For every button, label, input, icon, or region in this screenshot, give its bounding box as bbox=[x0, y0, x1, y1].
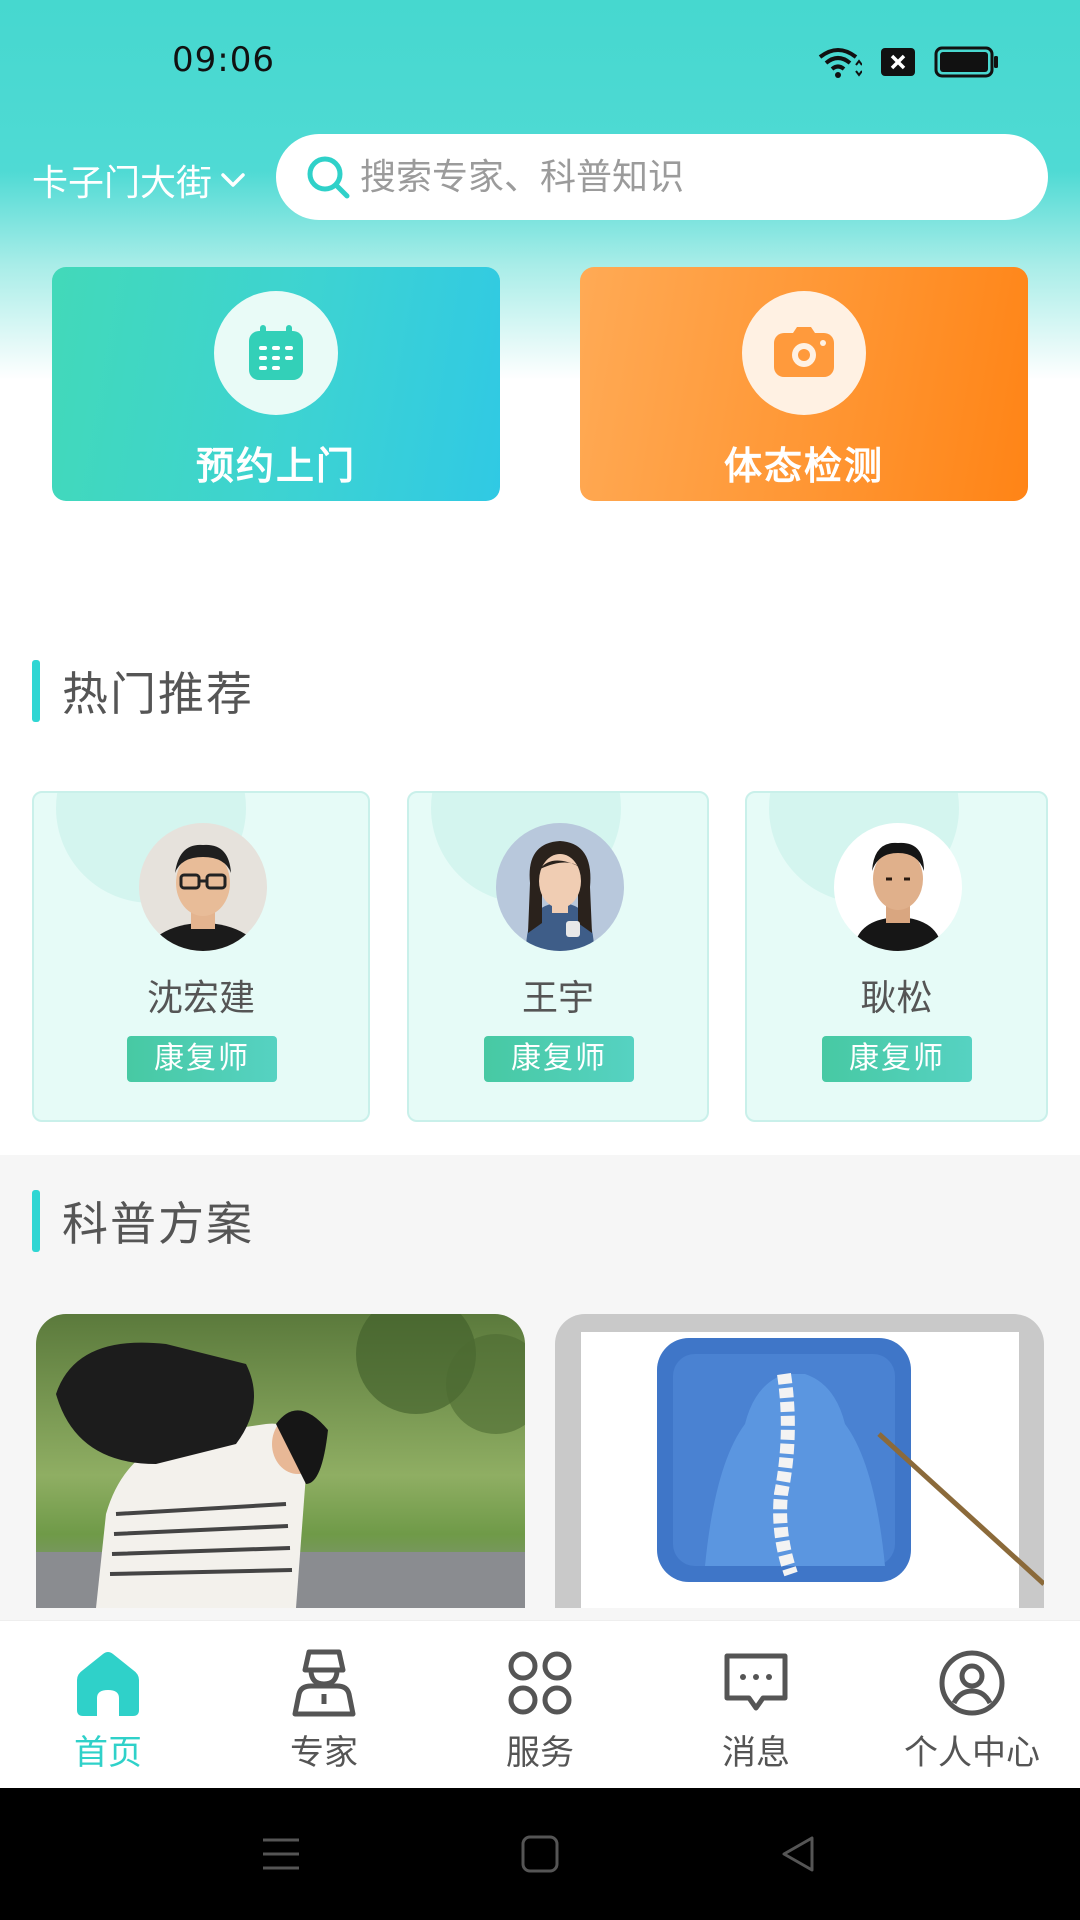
battery-icon bbox=[934, 46, 998, 78]
expert-name: 沈宏建 bbox=[146, 978, 255, 1019]
camera-icon bbox=[774, 327, 834, 377]
appointment-label: 预约上门 bbox=[195, 444, 356, 488]
tab-label: 消息 bbox=[722, 1733, 790, 1773]
posture-detection-card[interactable]: 体态检测 bbox=[580, 267, 1028, 501]
science-section-header: 科普方案 bbox=[32, 1188, 254, 1254]
tab-label: 首页 bbox=[74, 1733, 142, 1773]
home-icon bbox=[72, 1647, 144, 1719]
tab-label: 个人中心 bbox=[904, 1733, 1040, 1773]
expert-icon bbox=[288, 1647, 360, 1719]
menu-icon bbox=[263, 1838, 299, 1870]
system-nav-bar bbox=[0, 1788, 1080, 1920]
avatar bbox=[139, 823, 267, 951]
back-nav-button[interactable] bbox=[770, 1826, 826, 1882]
top-header: 卡子门大街 bbox=[0, 130, 1080, 222]
bottom-tab-bar: 首页 专家 服务 消息 个人中心 bbox=[0, 1620, 1080, 1788]
expert-name: 王宇 bbox=[521, 978, 594, 1019]
expert-card[interactable]: 沈宏建 康复师 bbox=[32, 791, 370, 1122]
tab-profile[interactable]: 个人中心 bbox=[864, 1621, 1080, 1789]
square-icon bbox=[521, 1835, 559, 1873]
search-icon bbox=[307, 156, 350, 199]
location-selector[interactable]: 卡子门大街 bbox=[32, 154, 248, 206]
calendar-icon bbox=[249, 325, 303, 380]
expert-role-badge: 康复师 bbox=[127, 1036, 277, 1082]
article-thumbnail-spine[interactable] bbox=[555, 1314, 1044, 1608]
expert-card[interactable]: 耿松 康复师 bbox=[745, 791, 1048, 1122]
status-icons bbox=[818, 44, 1000, 80]
expert-card[interactable]: 王宇 康复师 bbox=[407, 791, 709, 1122]
posture-label: 体态检测 bbox=[723, 444, 884, 488]
profile-icon bbox=[936, 1647, 1008, 1719]
posture-icon-circle bbox=[742, 291, 866, 415]
appointment-icon-circle bbox=[214, 291, 338, 415]
chevron-down-icon bbox=[221, 173, 245, 187]
section-accent-bar bbox=[32, 1190, 40, 1252]
tab-home[interactable]: 首页 bbox=[0, 1621, 216, 1789]
hot-section-title: 热门推荐 bbox=[62, 667, 254, 721]
tab-expert[interactable]: 专家 bbox=[216, 1621, 432, 1789]
search-input[interactable] bbox=[360, 156, 1000, 198]
expert-name: 耿松 bbox=[860, 978, 933, 1019]
location-label: 卡子门大街 bbox=[32, 163, 213, 204]
wifi-icon bbox=[818, 48, 862, 78]
tab-service[interactable]: 服务 bbox=[432, 1621, 648, 1789]
article-thumbnail-backpack[interactable] bbox=[36, 1314, 525, 1608]
science-section-title: 科普方案 bbox=[62, 1197, 254, 1251]
tab-label: 服务 bbox=[506, 1733, 574, 1773]
hot-section-header: 热门推荐 bbox=[32, 658, 254, 724]
tab-message[interactable]: 消息 bbox=[648, 1621, 864, 1789]
search-bar[interactable] bbox=[276, 134, 1048, 220]
avatar bbox=[496, 823, 624, 951]
back-triangle-icon bbox=[782, 1836, 814, 1872]
sim-error-icon bbox=[881, 48, 915, 76]
expert-role-badge: 康复师 bbox=[484, 1036, 634, 1082]
status-bar: 09:06 bbox=[0, 0, 1080, 120]
appointment-card[interactable]: 预约上门 bbox=[52, 267, 500, 501]
avatar bbox=[834, 823, 962, 951]
home-nav-button[interactable] bbox=[512, 1826, 568, 1882]
grid-icon bbox=[504, 1647, 576, 1719]
section-accent-bar bbox=[32, 660, 40, 722]
status-time: 09:06 bbox=[172, 40, 275, 80]
tab-label: 专家 bbox=[290, 1733, 358, 1773]
expert-role-badge: 康复师 bbox=[822, 1036, 972, 1082]
menu-nav-button[interactable] bbox=[253, 1826, 309, 1882]
message-icon bbox=[720, 1647, 792, 1719]
